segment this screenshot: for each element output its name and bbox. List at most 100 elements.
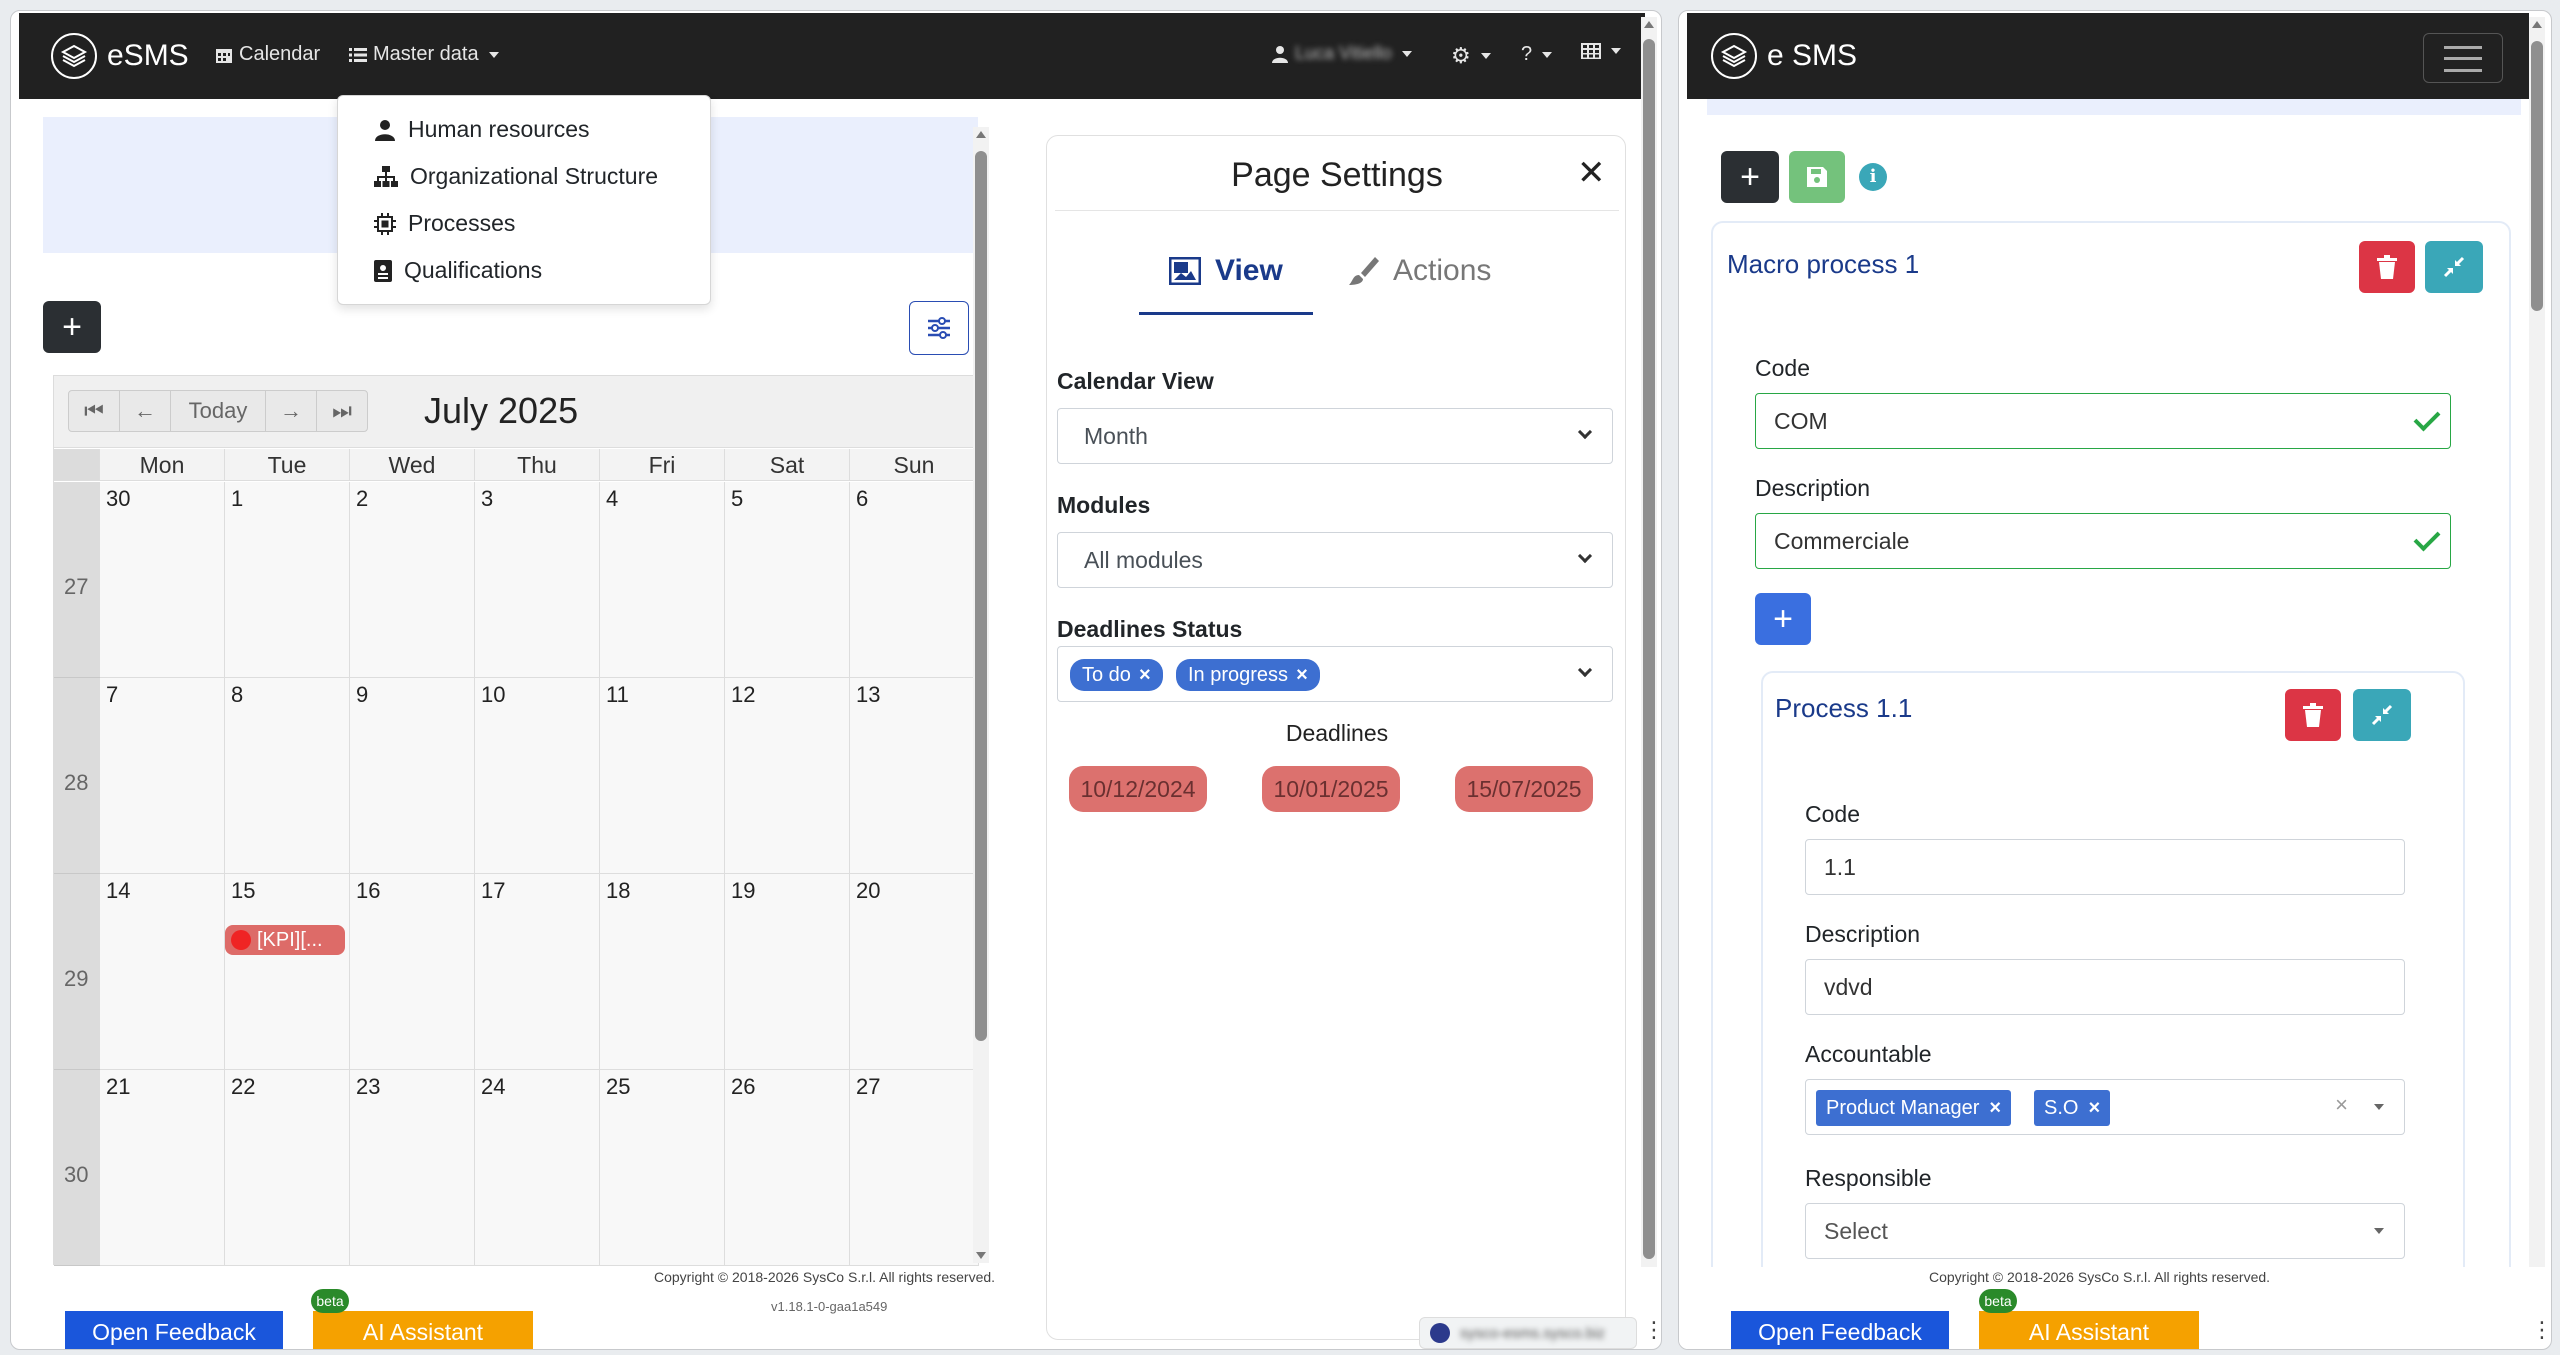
calendar-day-cell[interactable]: 20 (850, 874, 979, 1070)
brand[interactable]: eSMS (51, 33, 189, 79)
info-icon[interactable]: i (1859, 163, 1887, 191)
hamburger-menu-button[interactable] (2423, 33, 2503, 83)
menu-org-structure[interactable]: Organizational Structure (374, 163, 658, 190)
responsible-select[interactable]: Select (1805, 1203, 2405, 1259)
deadline-badge[interactable]: 10/01/2025 (1262, 766, 1400, 812)
brand[interactable]: e SMS (1711, 33, 1857, 79)
remove-tag-icon[interactable]: × (2088, 1097, 2100, 1120)
ai-assistant-button[interactable]: AI Assistant (1979, 1311, 2199, 1349)
macro-description-input[interactable]: Commerciale (1755, 513, 2451, 569)
more-vertical-icon[interactable]: ⋮ (2531, 1317, 2551, 1343)
macro-code-input[interactable]: COM (1755, 393, 2451, 449)
calendar-day-cell[interactable]: 30 (100, 482, 225, 678)
calendar-day-cell[interactable]: 14 (100, 874, 225, 1070)
window-scrollbar[interactable] (1641, 17, 1657, 1267)
calendar-day-cell[interactable]: 10 (475, 678, 600, 874)
caret-down-icon[interactable] (2374, 1104, 2384, 1110)
process-description-input[interactable]: vdvd (1805, 959, 2405, 1015)
nav-master-data[interactable]: Master data (349, 43, 499, 66)
responsible-placeholder: Select (1824, 1218, 1888, 1244)
calendar-day-cell[interactable]: 23 (350, 1070, 475, 1266)
calendar-view-select[interactable]: Month (1057, 408, 1613, 464)
deadline-badge[interactable]: 10/12/2024 (1069, 766, 1207, 812)
day-number: 12 (731, 682, 756, 707)
more-vertical-icon[interactable]: ⋮ (1643, 1317, 1661, 1343)
calendar-day-cell[interactable]: 24 (475, 1070, 600, 1266)
calendar-day-cell[interactable]: 7 (100, 678, 225, 874)
modules-select[interactable]: All modules (1057, 532, 1613, 588)
macro-process-title[interactable]: Macro process 1 (1727, 249, 1919, 280)
calendar-day-cell[interactable]: 16 (350, 874, 475, 1070)
today-button[interactable]: Today (170, 390, 266, 432)
calendar-day-cell[interactable]: 3 (475, 482, 600, 678)
menu-qualifications[interactable]: Qualifications (374, 257, 542, 284)
url-status-bar: sysco-esms.sysco.biz (1419, 1317, 1637, 1349)
open-feedback-button[interactable]: Open Feedback (1731, 1311, 1949, 1349)
calendar-day-cell[interactable]: 4 (600, 482, 725, 678)
menu-processes[interactable]: Processes (374, 210, 515, 237)
clear-icon[interactable]: × (2335, 1092, 2348, 1118)
deadlines-status-select[interactable]: To do × In progress × (1057, 646, 1613, 702)
tab-view[interactable]: View (1169, 254, 1283, 288)
calendar-day-cell[interactable]: 1 (225, 482, 350, 678)
calendar-day-cell[interactable]: 25 (600, 1070, 725, 1266)
apps-menu[interactable] (1581, 43, 1621, 59)
remove-tag-icon[interactable]: × (1989, 1097, 2001, 1120)
add-process-button[interactable]: + (1755, 593, 1811, 645)
calendar-day-cell[interactable]: 6 (850, 482, 979, 678)
next-month-button[interactable]: → (265, 390, 317, 432)
menu-human-resources[interactable]: Human resources (374, 116, 590, 143)
ai-assistant-button[interactable]: AI Assistant (313, 1311, 533, 1349)
caret-down-icon (2374, 1228, 2384, 1234)
week-number: 30 (54, 1070, 100, 1266)
open-feedback-button[interactable]: Open Feedback (65, 1311, 283, 1349)
process-code-input[interactable]: 1.1 (1805, 839, 2405, 895)
remove-tag-icon[interactable]: × (1139, 664, 1151, 687)
calendar-day-cell[interactable]: 17 (475, 874, 600, 1070)
calendar-day-cell[interactable]: 12 (725, 678, 850, 874)
deadline-badge[interactable]: 15/07/2025 (1455, 766, 1593, 812)
collapse-process-button[interactable] (2353, 689, 2411, 741)
calendar-day-cell[interactable]: 13 (850, 678, 979, 874)
process-title[interactable]: Process 1.1 (1775, 693, 1912, 724)
check-icon (2413, 524, 2441, 552)
calendar-day-cell[interactable]: 9 (350, 678, 475, 874)
calendar-day-cell[interactable]: 19 (725, 874, 850, 1070)
caret-down-icon (488, 51, 499, 58)
calendar-day-cell[interactable]: 18 (600, 874, 725, 1070)
help-label: ? (1521, 43, 1533, 65)
settings-menu[interactable]: ⚙ (1451, 43, 1491, 69)
calendar-event[interactable]: [KPI][... (225, 925, 345, 955)
chevron-down-icon (1577, 662, 1593, 678)
remove-tag-icon[interactable]: × (1296, 664, 1308, 687)
prev-year-button[interactable]: ⏮ (68, 390, 120, 432)
delete-macro-button[interactable] (2359, 241, 2415, 293)
calendar-day-cell[interactable]: 15 (225, 874, 350, 1070)
calendar-day-cell[interactable]: 26 (725, 1070, 850, 1266)
accountable-select[interactable]: Product Manager × S.O × × (1805, 1079, 2405, 1135)
calendar-day-cell[interactable]: 11 (600, 678, 725, 874)
window-scrollbar[interactable] (2529, 17, 2545, 1267)
calendar-scrollbar[interactable] (973, 127, 989, 1263)
next-year-button[interactable]: ⏭ (316, 390, 368, 432)
add-event-button[interactable]: + (43, 301, 101, 353)
page-settings-button[interactable] (909, 301, 969, 355)
calendar-day-cell[interactable]: 2 (350, 482, 475, 678)
nav-calendar[interactable]: Calendar (215, 43, 320, 66)
collapse-macro-button[interactable] (2425, 241, 2483, 293)
add-button[interactable]: + (1721, 151, 1779, 203)
calendar-day-cell[interactable]: 27 (850, 1070, 979, 1266)
tab-actions[interactable]: Actions (1347, 254, 1491, 288)
prev-month-button[interactable]: ← (119, 390, 171, 432)
help-menu[interactable]: ? (1521, 43, 1553, 66)
macro-description-value: Commerciale (1774, 528, 1910, 554)
calendar-day-cell[interactable]: 5 (725, 482, 850, 678)
calendar-day-cell[interactable]: 8 (225, 678, 350, 874)
calendar-day-cell[interactable]: 22 (225, 1070, 350, 1266)
delete-process-button[interactable] (2285, 689, 2341, 741)
user-icon (1272, 45, 1288, 63)
close-icon[interactable]: ✕ (1577, 156, 1606, 190)
user-menu[interactable]: Luca Vitiello (1271, 43, 1412, 64)
calendar-day-cell[interactable]: 21 (100, 1070, 225, 1266)
save-button[interactable] (1789, 151, 1845, 203)
